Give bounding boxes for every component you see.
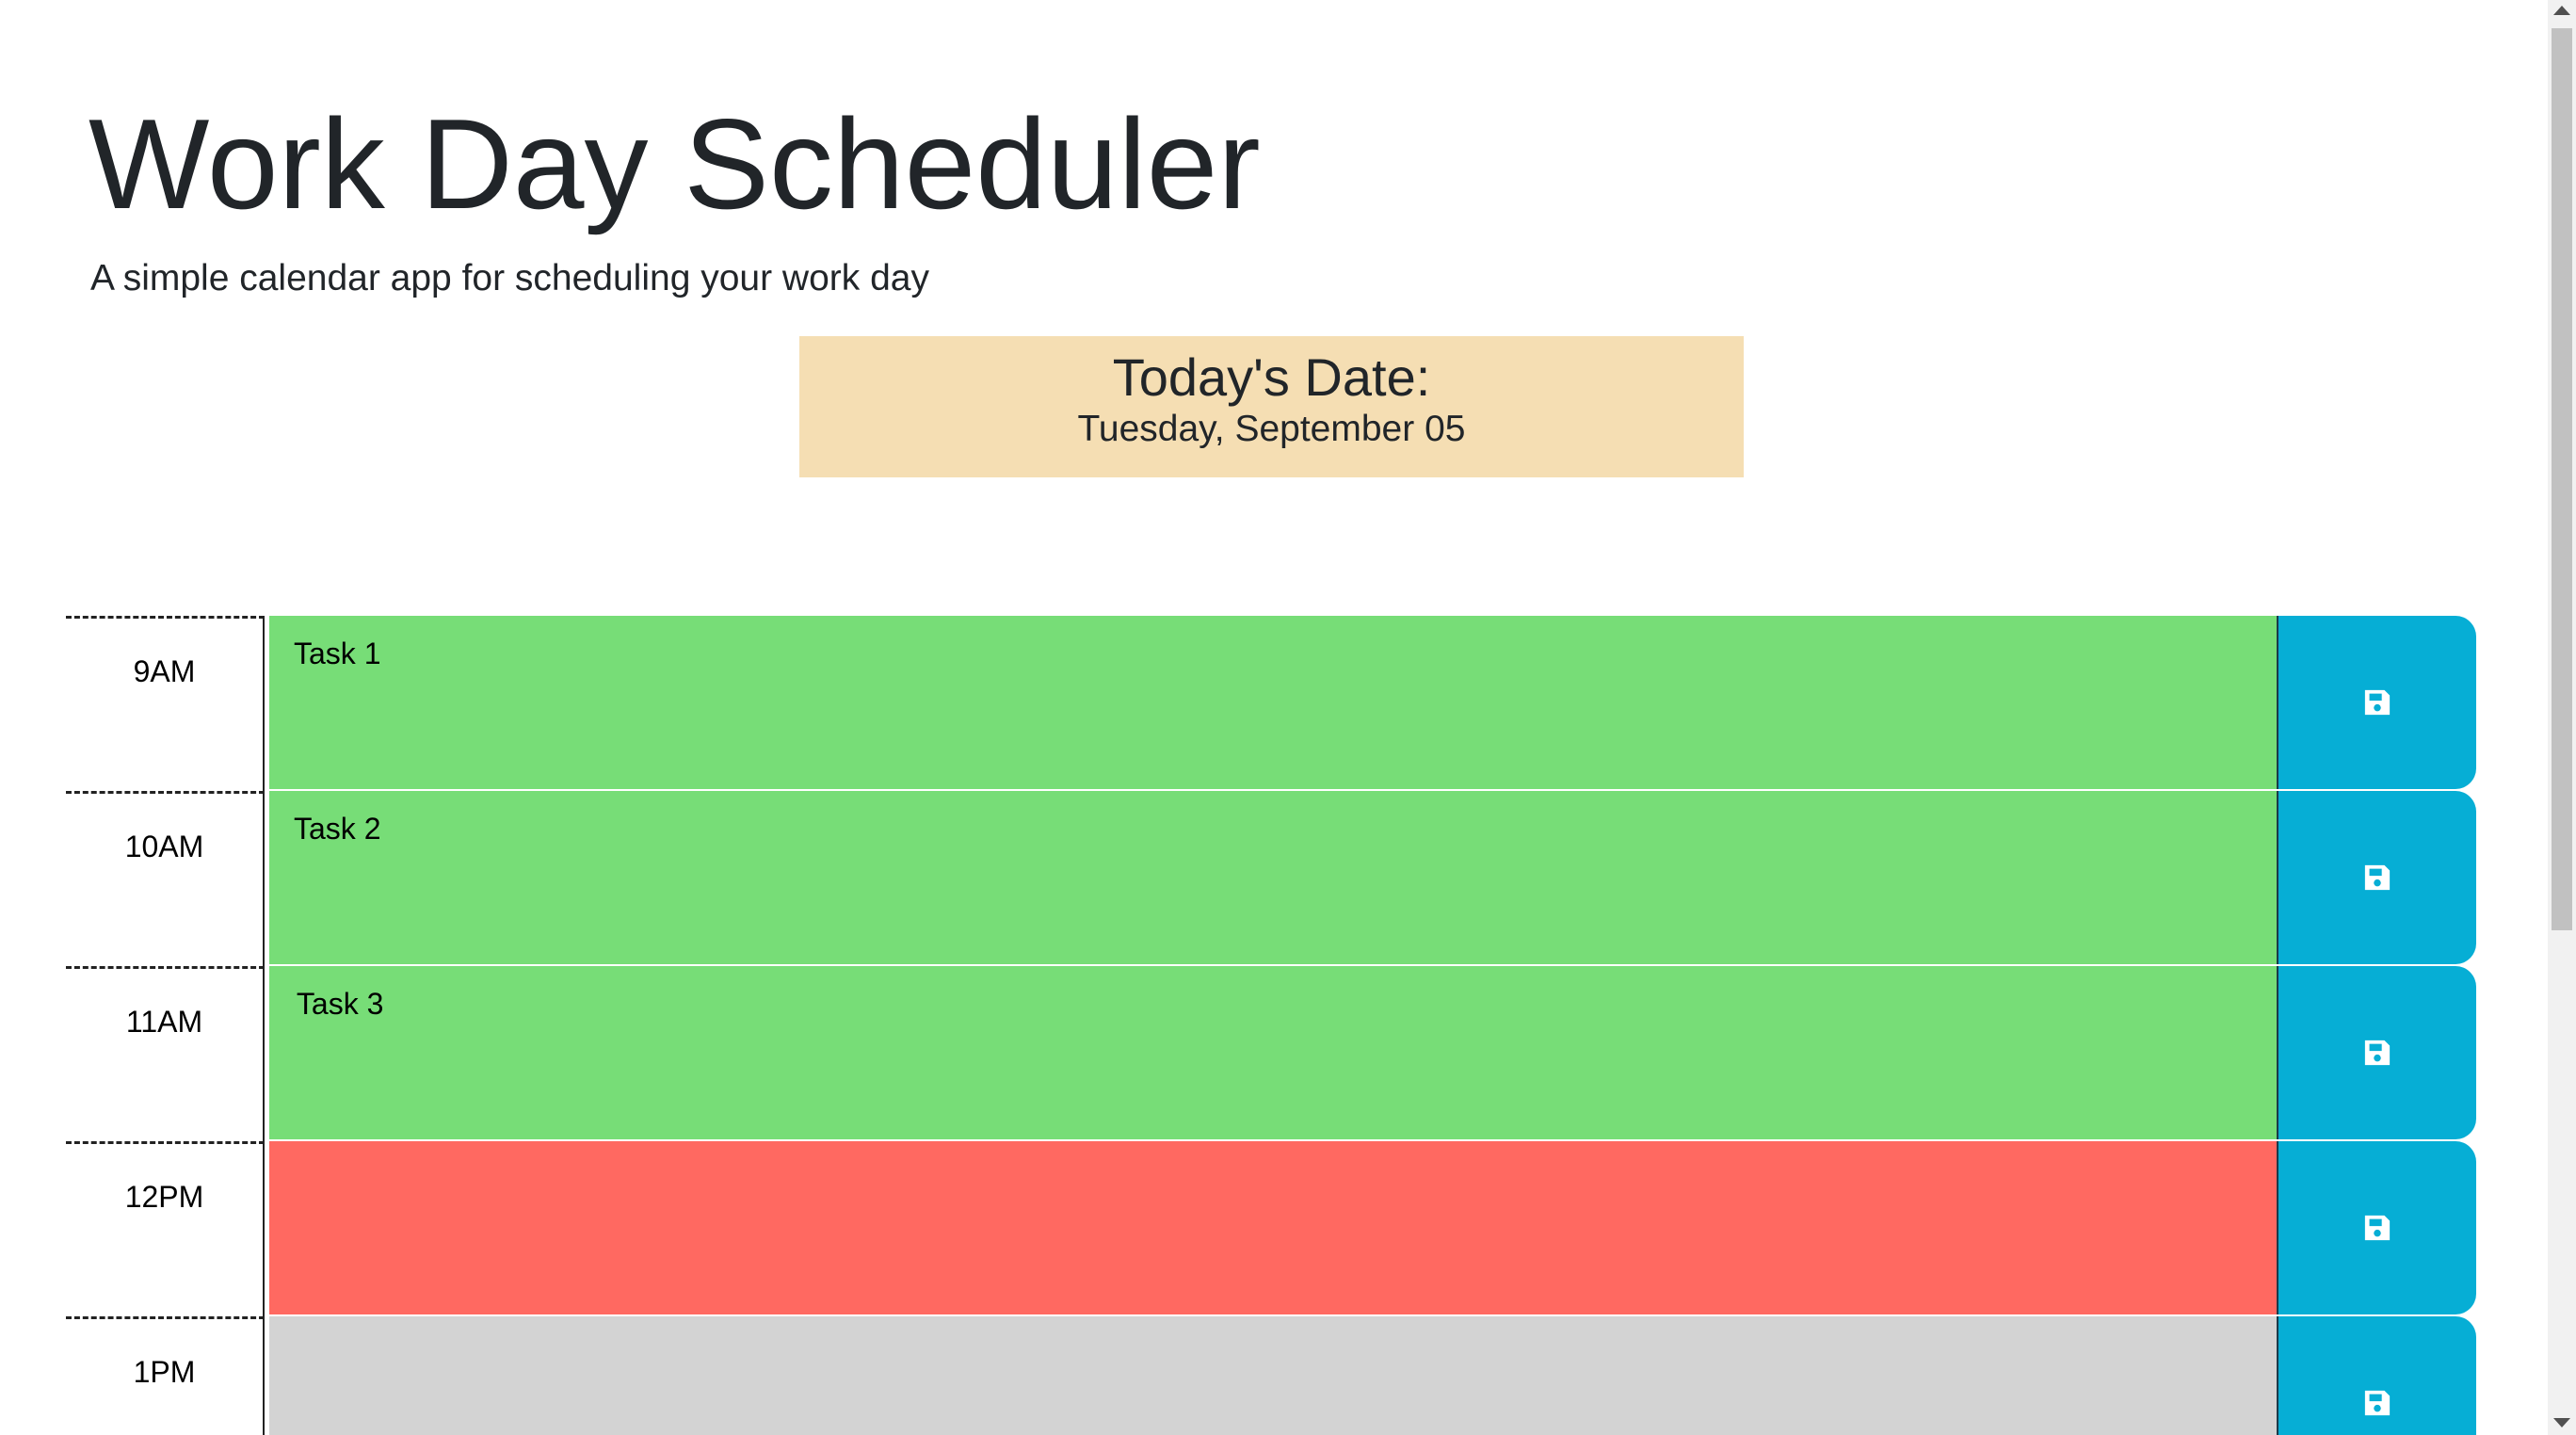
- hour-label: 9AM: [66, 616, 265, 791]
- hour-label: 1PM: [66, 1316, 265, 1435]
- time-block-11am: 11AM: [66, 966, 2476, 1141]
- vertical-scrollbar[interactable]: [2548, 0, 2576, 1435]
- hour-label: 10AM: [66, 791, 265, 966]
- task-input[interactable]: [269, 616, 2277, 789]
- save-icon: [2363, 863, 2391, 892]
- save-icon: [2363, 1039, 2391, 1067]
- save-button[interactable]: [2277, 966, 2476, 1139]
- task-input[interactable]: [269, 791, 2277, 964]
- time-block-12pm: 12PM: [66, 1141, 2476, 1316]
- save-icon: [2363, 1214, 2391, 1242]
- task-input[interactable]: [269, 1316, 2277, 1435]
- scroll-up-arrow-icon[interactable]: [2553, 6, 2570, 15]
- current-date: Tuesday, September 05: [1077, 409, 1466, 449]
- time-block-1pm: 1PM: [66, 1316, 2476, 1435]
- time-block-10am: 10AM: [66, 791, 2476, 966]
- page-subtitle: A simple calendar app for scheduling you…: [90, 258, 929, 298]
- save-icon: [2363, 1389, 2391, 1417]
- hour-label: 11AM: [66, 966, 265, 1141]
- hour-label: 12PM: [66, 1141, 265, 1316]
- save-icon: [2363, 688, 2391, 717]
- scroll-down-arrow-icon[interactable]: [2553, 1418, 2570, 1427]
- date-heading: Today's Date:: [1112, 347, 1431, 407]
- time-block-9am: 9AM: [66, 616, 2476, 791]
- current-date-box: Today's Date: Tuesday, September 05: [799, 336, 1744, 477]
- page-title: Work Day Scheduler: [89, 92, 1261, 235]
- page: Work Day Scheduler A simple calendar app…: [0, 0, 2576, 1435]
- task-input[interactable]: [269, 966, 2277, 1139]
- save-button[interactable]: [2277, 791, 2476, 964]
- save-button[interactable]: [2277, 616, 2476, 789]
- save-button[interactable]: [2277, 1316, 2476, 1435]
- save-button[interactable]: [2277, 1141, 2476, 1314]
- task-input[interactable]: [269, 1141, 2277, 1314]
- scrollbar-thumb[interactable]: [2552, 28, 2572, 930]
